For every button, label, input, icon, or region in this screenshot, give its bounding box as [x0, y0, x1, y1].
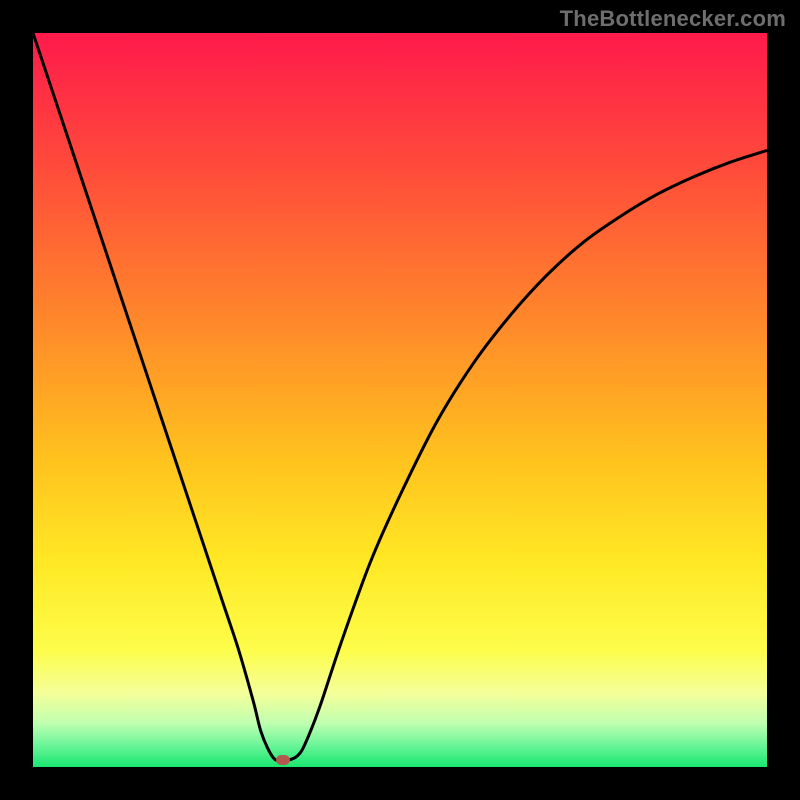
watermark-text: TheBottlenecker.com	[560, 6, 786, 32]
chart-frame: TheBottlenecker.com	[0, 0, 800, 800]
minimum-marker	[276, 755, 290, 765]
bottleneck-curve	[33, 33, 767, 767]
plot-area	[33, 33, 767, 767]
